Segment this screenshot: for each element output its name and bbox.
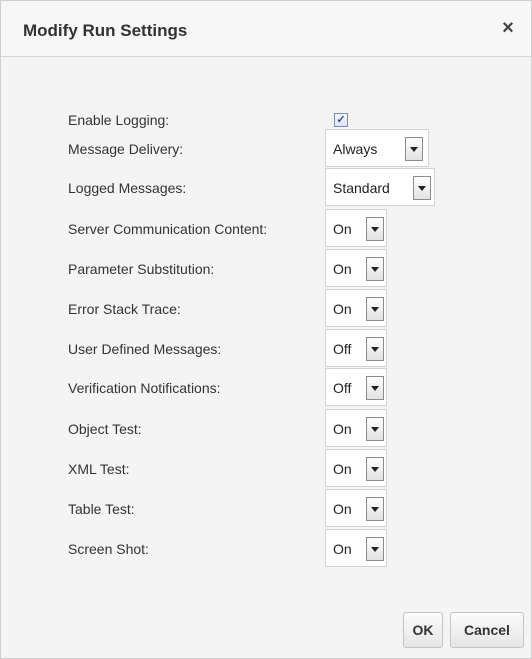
message-delivery-select[interactable]: Always <box>325 129 429 167</box>
chevron-down-icon[interactable] <box>413 176 431 200</box>
setting-row-verification-notifications: Verification Notifications: Off <box>1 368 531 408</box>
setting-row-parameter-substitution: Parameter Substitution: On <box>1 249 531 289</box>
dialog-titlebar: Modify Run Settings × <box>1 1 531 57</box>
user-defined-messages-value: Off <box>333 341 352 357</box>
server-communication-content-label: Server Communication Content: <box>68 221 268 237</box>
message-delivery-value: Always <box>333 141 378 157</box>
setting-row-object-test: Object Test: On <box>1 409 531 449</box>
enable-logging-checkbox[interactable]: ✓ <box>334 113 348 127</box>
chevron-down-icon[interactable] <box>366 537 384 561</box>
screen-shot-select[interactable]: On <box>325 529 387 567</box>
chevron-down-icon[interactable] <box>366 337 384 361</box>
logged-messages-select[interactable]: Standard <box>325 168 435 206</box>
message-delivery-label: Message Delivery: <box>68 141 184 157</box>
chevron-down-icon[interactable] <box>366 217 384 241</box>
verification-notifications-select[interactable]: Off <box>325 368 387 406</box>
server-communication-content-select[interactable]: On <box>325 209 387 247</box>
object-test-label: Object Test: <box>68 421 142 437</box>
table-test-label: Table Test: <box>68 501 135 517</box>
chevron-down-icon[interactable] <box>366 257 384 281</box>
user-defined-messages-select[interactable]: Off <box>325 329 387 367</box>
parameter-substitution-label: Parameter Substitution: <box>68 261 215 277</box>
close-icon[interactable]: × <box>497 17 519 39</box>
verification-notifications-label: Verification Notifications: <box>68 380 221 396</box>
screen-shot-label: Screen Shot: <box>68 541 149 557</box>
object-test-select[interactable]: On <box>325 409 387 447</box>
xml-test-select[interactable]: On <box>325 449 387 487</box>
setting-row-error-stack-trace: Error Stack Trace: On <box>1 289 531 329</box>
setting-row-server-communication-content: Server Communication Content: On <box>1 209 531 249</box>
setting-row-user-defined-messages: User Defined Messages: Off <box>1 329 531 369</box>
screen-shot-value: On <box>333 541 352 557</box>
logged-messages-value: Standard <box>333 180 390 196</box>
user-defined-messages-label: User Defined Messages: <box>68 341 222 357</box>
xml-test-label: XML Test: <box>68 461 130 477</box>
chevron-down-icon[interactable] <box>366 297 384 321</box>
chevron-down-icon[interactable] <box>366 417 384 441</box>
error-stack-trace-value: On <box>333 301 352 317</box>
setting-row-screen-shot: Screen Shot: On <box>1 529 531 569</box>
dialog-title: Modify Run Settings <box>23 21 188 40</box>
error-stack-trace-select[interactable]: On <box>325 289 387 327</box>
modify-run-settings-dialog: Modify Run Settings × Enable Logging: ✓ … <box>0 0 532 659</box>
table-test-value: On <box>333 501 352 517</box>
chevron-down-icon[interactable] <box>366 376 384 400</box>
setting-row-message-delivery: Message Delivery: Always <box>1 129 531 169</box>
chevron-down-icon[interactable] <box>366 457 384 481</box>
error-stack-trace-label: Error Stack Trace: <box>68 301 181 317</box>
chevron-down-icon[interactable] <box>366 497 384 521</box>
setting-row-xml-test: XML Test: On <box>1 449 531 489</box>
enable-logging-label: Enable Logging: <box>68 112 170 128</box>
setting-row-table-test: Table Test: On <box>1 489 531 529</box>
parameter-substitution-value: On <box>333 261 352 277</box>
xml-test-value: On <box>333 461 352 477</box>
logged-messages-label: Logged Messages: <box>68 180 187 196</box>
setting-row-logged-messages: Logged Messages: Standard <box>1 168 531 208</box>
ok-button[interactable]: OK <box>403 612 443 648</box>
table-test-select[interactable]: On <box>325 489 387 527</box>
chevron-down-icon[interactable] <box>405 137 423 161</box>
object-test-value: On <box>333 421 352 437</box>
verification-notifications-value: Off <box>333 380 352 396</box>
cancel-button[interactable]: Cancel <box>450 612 524 648</box>
server-communication-content-value: On <box>333 221 352 237</box>
parameter-substitution-select[interactable]: On <box>325 249 387 287</box>
